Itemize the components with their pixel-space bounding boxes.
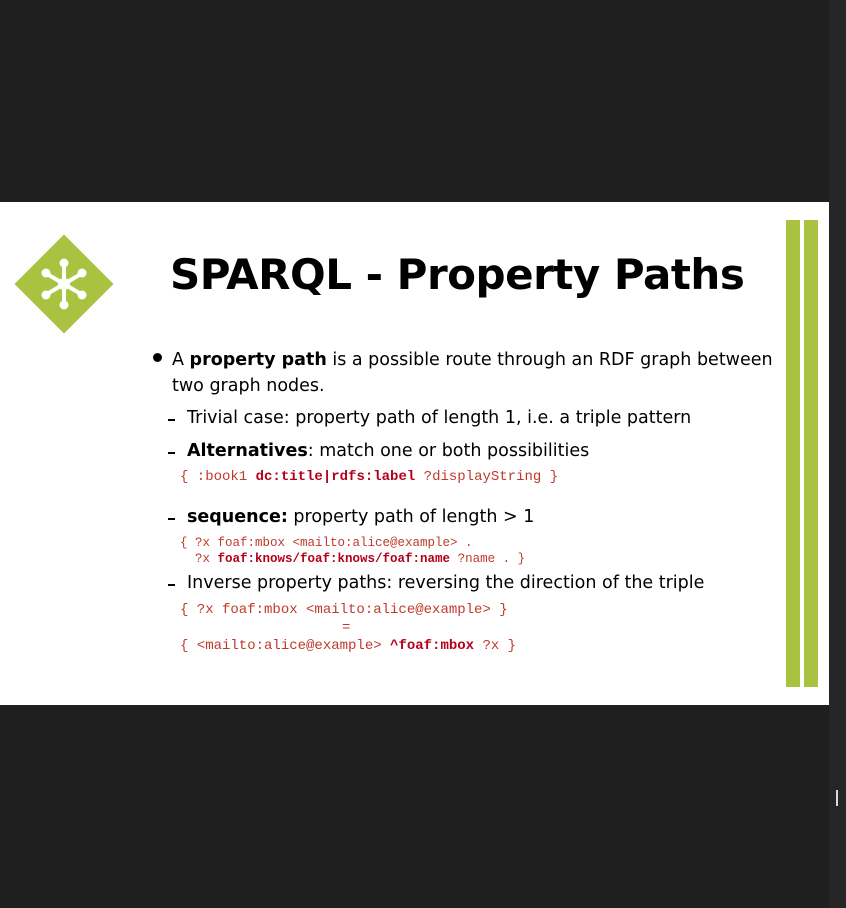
slide: SPARQL - Property Paths A property path … [0,202,829,705]
accent-bar-left [786,220,800,687]
dash-icon [168,518,175,520]
dash-icon [168,584,175,586]
dash-icon [168,452,175,454]
sequence-code-line-2: ?x foaf:knows/foaf:knows/foaf:name ?name… [180,552,526,566]
dash-icon [168,419,175,421]
inverse-code-line-3: { <mailto:alice@example> ^foaf:mbox ?x } [180,638,517,654]
text-cursor [836,790,838,806]
inverse-code-line-1: { ?x foaf:mbox <mailto:alice@example> } [180,602,508,618]
slide-title: SPARQL - Property Paths [170,250,745,299]
bullet-line-1: A property path is a possible route thro… [172,350,773,370]
bullet-line-2: two graph nodes. [172,376,325,396]
network-hub-icon [14,234,114,334]
sequence-code-line-1: { ?x foaf:mbox <mailto:alice@example> . [180,536,473,550]
alternatives-code: { :book1 dc:title|rdfs:label ?displayStr… [180,469,559,485]
inverse-text: Inverse property paths: reversing the di… [187,573,705,593]
accent-bar-right [804,220,818,687]
inverse-code-equals: = [342,620,351,636]
scrollbar-track[interactable] [829,0,846,908]
bullet-icon [153,353,162,362]
trivial-case-text: Trivial case: property path of length 1,… [187,408,692,428]
sequence-text: sequence: property path of length > 1 [187,507,535,527]
alternatives-text: Alternatives: match one or both possibil… [187,441,590,461]
